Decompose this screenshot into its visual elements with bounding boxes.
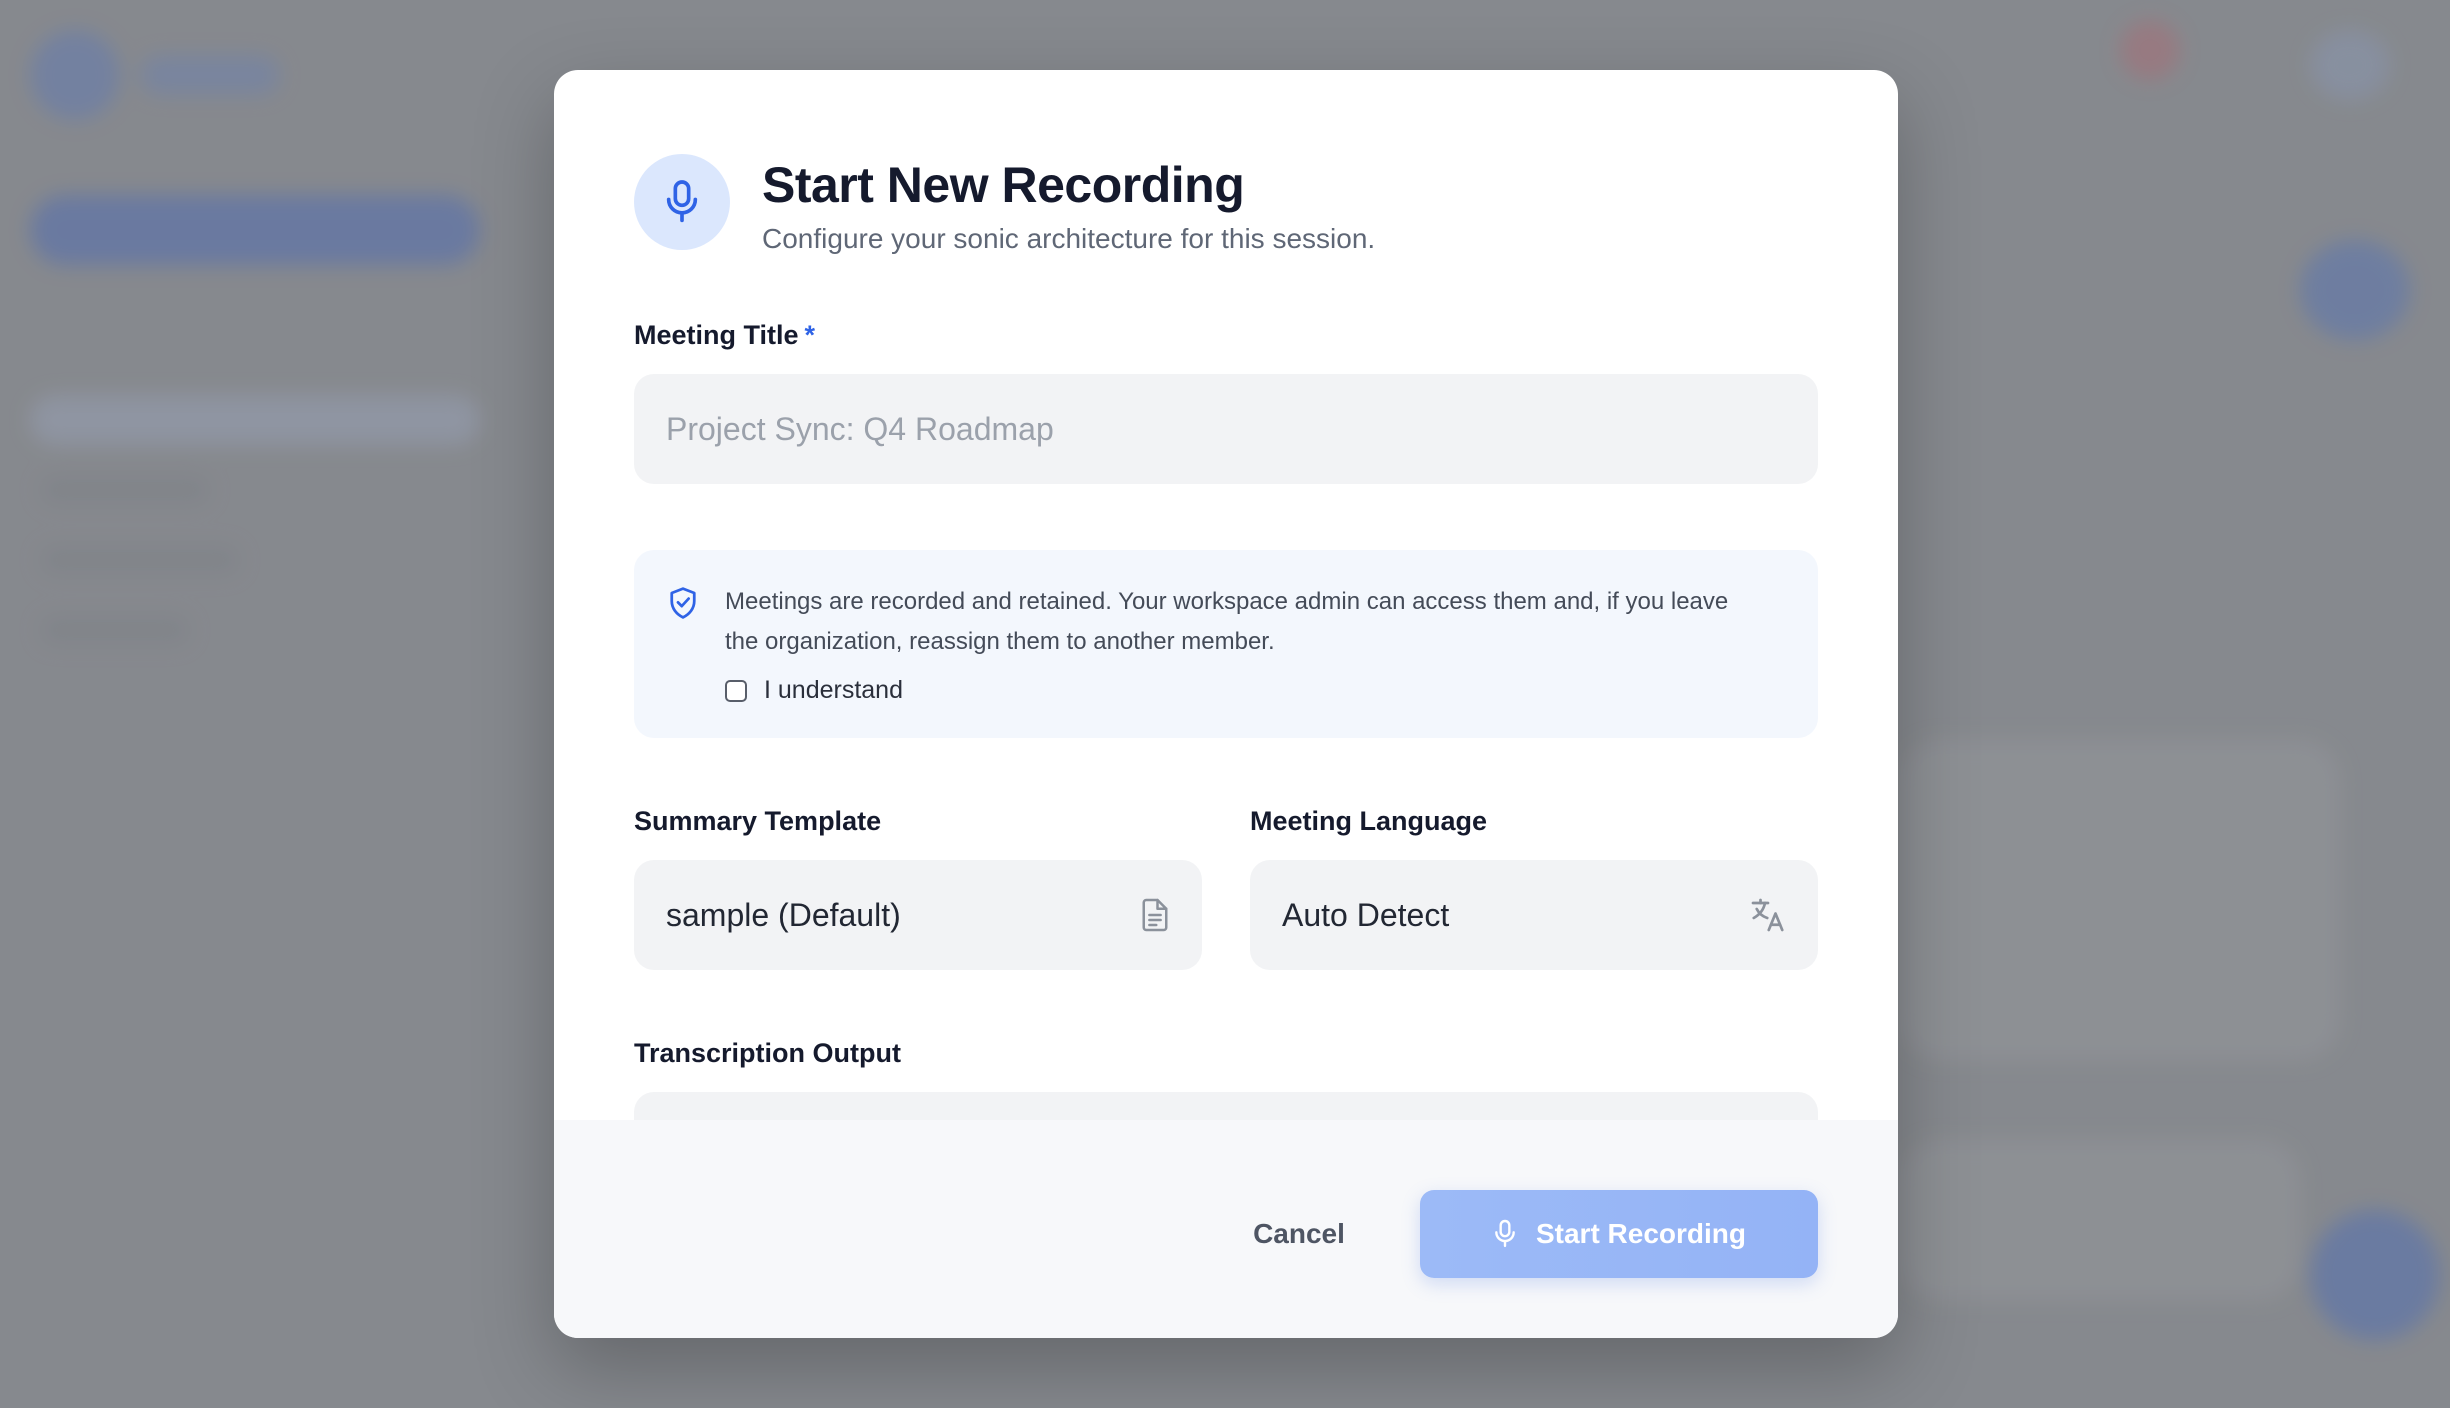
summary-template-select[interactable]: sample (Default): [634, 860, 1202, 970]
document-icon: [1140, 897, 1170, 933]
cancel-button[interactable]: Cancel: [1214, 1190, 1384, 1278]
transcription-output-select[interactable]: [634, 1092, 1818, 1120]
transcription-output-label: Transcription Output: [634, 1038, 901, 1068]
shield-check-icon: [668, 586, 698, 625]
start-recording-button[interactable]: Start Recording: [1420, 1190, 1818, 1278]
meeting-title-label: Meeting Title *: [634, 320, 815, 351]
dialog-subtitle: Configure your sonic architecture for th…: [762, 223, 1376, 254]
meeting-language-label: Meeting Language: [1250, 806, 1488, 836]
required-marker: *: [804, 320, 816, 350]
meeting-language-value: Auto Detect: [1282, 896, 1450, 933]
understand-label: I understand: [764, 676, 903, 704]
dialog-title: Start New Recording: [762, 157, 1245, 213]
dialog-body: Start New Recording Configure your sonic…: [554, 70, 1898, 1120]
start-recording-label: Start Recording: [1535, 1218, 1747, 1249]
translate-icon: [1750, 897, 1786, 933]
meeting-language-select[interactable]: Auto Detect: [1250, 860, 1818, 970]
meeting-title-label-text: Meeting Title: [634, 320, 799, 350]
dialog-header-text: Start New Recording Configure your sonic…: [762, 154, 1375, 255]
meeting-title-input[interactable]: [634, 374, 1818, 484]
summary-template-value: sample (Default): [666, 896, 901, 933]
understand-checkbox-row[interactable]: I understand: [725, 676, 903, 705]
dialog-header: Start New Recording Configure your sonic…: [634, 154, 1375, 255]
microphone-icon: [1492, 1218, 1518, 1250]
retention-notice: Meetings are recorded and retained. Your…: [634, 550, 1818, 738]
microphone-icon: [634, 154, 730, 250]
retention-notice-text: Meetings are recorded and retained. Your…: [725, 588, 1729, 655]
start-recording-dialog: Start New Recording Configure your sonic…: [554, 70, 1898, 1338]
understand-checkbox[interactable]: [725, 679, 747, 702]
summary-template-label: Summary Template: [634, 806, 882, 836]
dialog-footer: Cancel Start Recording: [554, 1120, 1898, 1338]
